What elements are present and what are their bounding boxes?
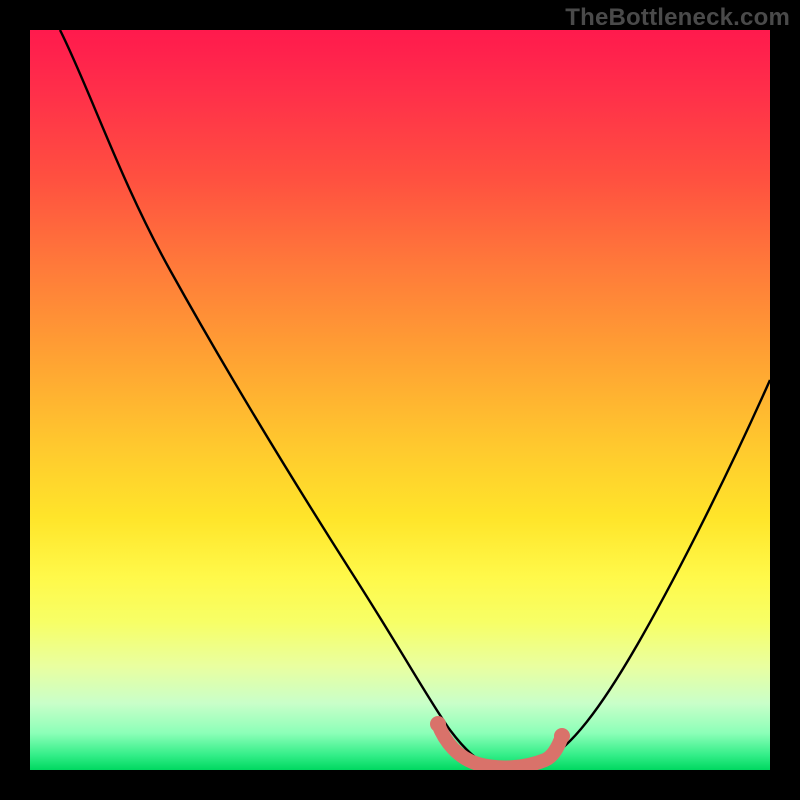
optimal-range-marker [438, 724, 562, 767]
marker-dot-right [554, 728, 570, 744]
chart-frame: TheBottleneck.com [0, 0, 800, 800]
watermark-text: TheBottleneck.com [565, 4, 790, 32]
chart-plot-area [30, 30, 770, 770]
marker-dot-left [430, 716, 446, 732]
chart-svg [30, 30, 770, 770]
bottleneck-curve [60, 30, 770, 768]
